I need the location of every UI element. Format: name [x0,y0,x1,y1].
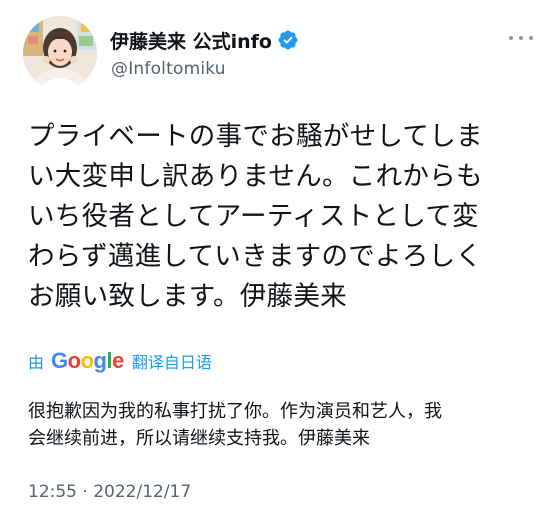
translated-by-label: 由 [28,353,45,372]
more-dot [529,36,533,40]
translated-text-line: 很抱歉因为我的私事打扰了你。作为演员和艺人，我 [28,401,442,422]
tweet-text-line: お願い致します。伊藤美来 [28,281,347,312]
profile-photo [23,16,97,90]
tweet-text-line: プライベートの事でお騒がせしてしま [28,121,483,152]
author-display-name[interactable]: 伊藤美来 公式info [110,27,272,54]
more-dot [509,36,513,40]
google-logo: Google [51,348,124,373]
avatar[interactable] [23,16,97,90]
more-dot [519,36,523,40]
tweet-text-line: わらず邁進していきますのでよろしく [28,241,483,272]
tweet-timestamp[interactable]: 12:55 · 2022/12/17 [28,482,191,502]
tweet-text-line: いち役者としてアーティストとして変 [28,201,479,232]
author-name-row[interactable]: 伊藤美来 公式info [110,26,299,54]
more-options-icon[interactable] [509,28,533,48]
translated-text: 很抱歉因为我的私事打扰了你。作为演员和艺人，我 会继续前进，所以请继续支持我。伊… [28,398,538,452]
verified-badge-icon [277,29,299,51]
translated-text-line: 会继续前进，所以请继续支持我。伊藤美来 [28,428,370,449]
translation-attribution[interactable]: 由 Google 翻译自日语 [28,347,212,375]
tweet-text: プライベートの事でお騒がせしてしま い大変申し訳ありません。これからも いち役者… [28,117,538,317]
author-handle[interactable]: @Infoltomiku [111,59,226,79]
translate-from-japanese-link[interactable]: 翻译自日语 [132,349,212,373]
tweet-text-line: い大変申し訳ありません。これからも [28,161,483,192]
tweet-header: 伊藤美来 公式info @Infoltomiku [23,16,533,90]
